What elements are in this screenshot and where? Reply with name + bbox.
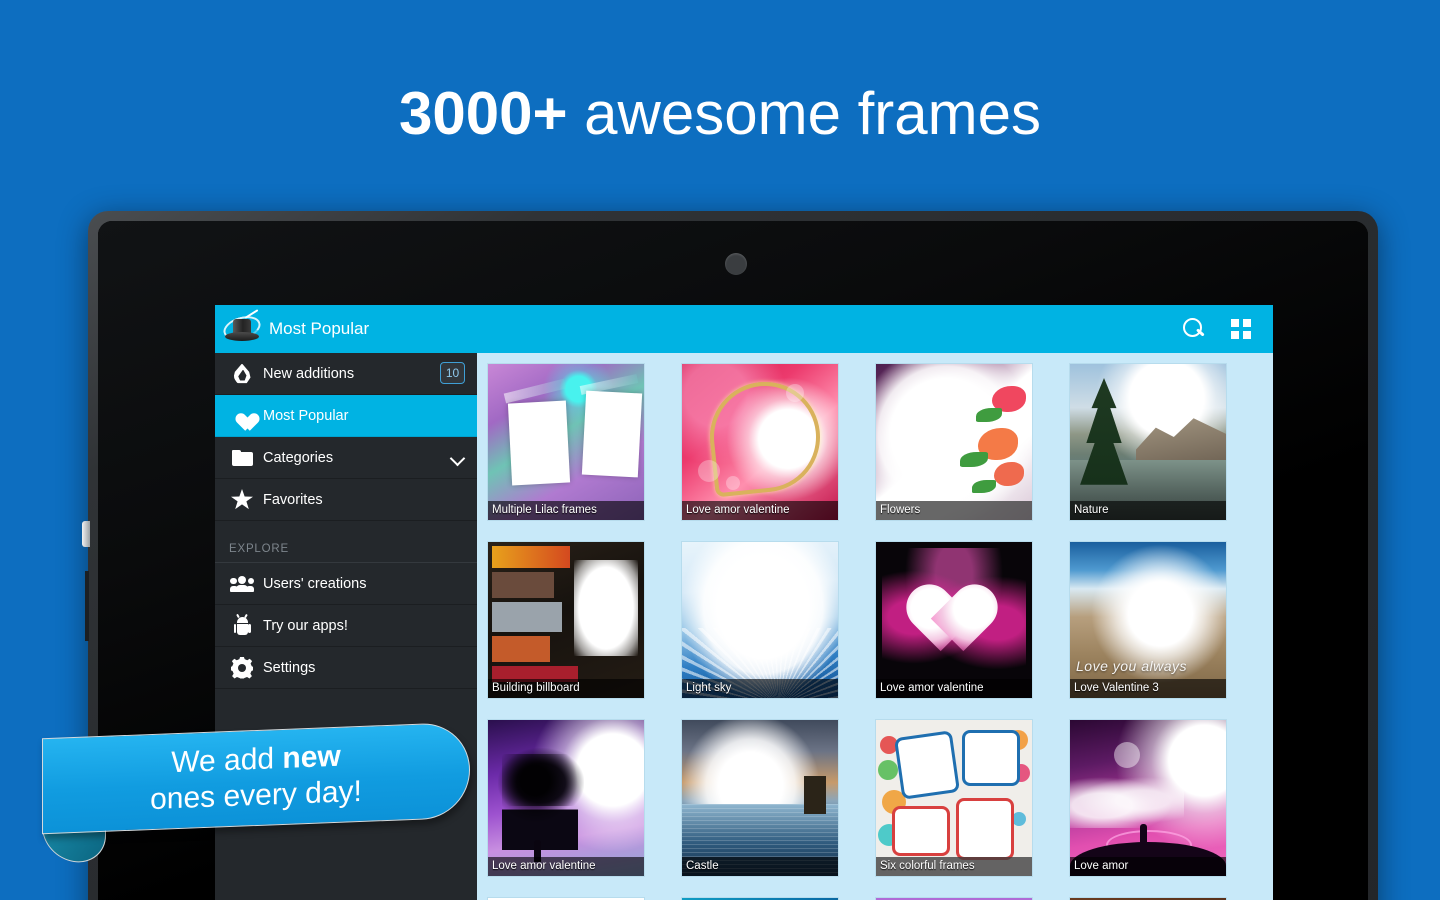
frame-thumbnail[interactable]: Multiple Lilac frames <box>487 363 645 521</box>
people-icon <box>227 575 257 592</box>
page-title: Most Popular <box>269 319 370 338</box>
folder-icon <box>227 449 257 466</box>
sidebar-item-label: New additions <box>263 365 355 382</box>
frame-overlay-text: Love you always <box>1076 658 1188 674</box>
new-additions-badge: 10 <box>440 362 465 384</box>
frame-label: Building billboard <box>488 679 644 698</box>
frame-artwork <box>488 720 644 876</box>
frame-label: Castle <box>682 857 838 876</box>
frame-label: Nature <box>1070 501 1226 520</box>
headline-text: awesome frames <box>567 80 1041 147</box>
frame-thumbnail[interactable]: Love you always Love Valentine 3 <box>1069 541 1227 699</box>
sidebar-item-label: Favorites <box>263 491 323 508</box>
android-icon <box>227 613 257 636</box>
sidebar-item-label: Most Popular <box>263 407 349 424</box>
frame-thumbnail[interactable]: Building billboard <box>487 541 645 699</box>
chevron-down-icon[interactable] <box>449 450 466 467</box>
sidebar-item-users-creations[interactable]: Users' creations <box>215 563 477 605</box>
frame-label: Six colorful frames <box>876 857 1032 876</box>
power-button[interactable] <box>82 521 90 547</box>
frame-thumbnail[interactable]: Love amor valentine <box>875 541 1033 699</box>
frame-artwork: Love you always <box>1070 542 1226 698</box>
sidebar-item-new-additions[interactable]: New additions 10 <box>215 353 477 395</box>
frame-artwork <box>682 542 838 698</box>
frame-thumbnail[interactable]: Love amor valentine <box>487 719 645 877</box>
frames-grid-panel[interactable]: Multiple Lilac frames Love amor valentin… <box>477 353 1273 900</box>
ribbon-line1-bold: new <box>282 739 341 775</box>
frame-label: Love amor valentine <box>876 679 1032 698</box>
search-icon[interactable] <box>1183 318 1205 340</box>
sidebar-item-try-our-apps[interactable]: Try our apps! <box>215 605 477 647</box>
app-bar-actions <box>1183 318 1251 340</box>
gear-icon <box>227 657 257 679</box>
sidebar-item-favorites[interactable]: Favorites <box>215 479 477 521</box>
device-seam <box>85 571 89 641</box>
sidebar-item-settings[interactable]: Settings <box>215 647 477 689</box>
frame-artwork <box>682 720 838 876</box>
ribbon-text: We add new ones every day! <box>42 722 470 834</box>
grid-view-icon[interactable] <box>1231 319 1251 339</box>
frame-thumbnail[interactable]: Castle <box>681 719 839 877</box>
flame-drop-icon <box>227 364 257 384</box>
frame-thumbnail[interactable]: Flowers <box>875 363 1033 521</box>
frame-label: Multiple Lilac frames <box>488 501 644 520</box>
frame-label: Love amor valentine <box>488 857 644 876</box>
frame-artwork <box>876 542 1032 698</box>
frame-thumbnail[interactable]: Love amor valentine <box>681 363 839 521</box>
frame-artwork <box>1070 364 1226 520</box>
app-bar: Most Popular <box>215 305 1273 353</box>
frame-artwork <box>682 364 838 520</box>
frame-label: Love amor <box>1070 857 1226 876</box>
promo-headline: 3000+ awesome frames <box>0 78 1440 150</box>
sidebar-item-label: Try our apps! <box>263 617 348 634</box>
ribbon-line1-prefix: We add <box>171 741 283 780</box>
frame-thumbnail[interactable]: Nature <box>1069 363 1227 521</box>
sidebar-item-most-popular[interactable]: Most Popular <box>215 395 477 437</box>
sidebar-item-categories[interactable]: Categories <box>215 437 477 479</box>
frame-label: Flowers <box>876 501 1032 520</box>
frame-artwork <box>1070 720 1226 876</box>
promo-ribbon: We add new ones every day! <box>40 721 480 872</box>
sidebar-item-label: Categories <box>263 449 334 466</box>
heart-icon <box>227 406 257 425</box>
frame-label: Light sky <box>682 679 838 698</box>
frame-thumbnail[interactable]: Light sky <box>681 541 839 699</box>
ribbon-line2: ones every day! <box>150 774 362 817</box>
frame-artwork <box>488 542 644 698</box>
headline-count: 3000+ <box>398 80 568 147</box>
front-camera-icon <box>725 253 747 275</box>
frame-label: Love amor valentine <box>682 501 838 520</box>
magic-hat-icon <box>220 309 264 346</box>
frame-thumbnail[interactable]: Six colorful frames <box>875 719 1033 877</box>
frame-label: Love Valentine 3 <box>1070 679 1226 698</box>
frame-artwork <box>876 364 1032 520</box>
frame-artwork <box>876 720 1032 876</box>
sidebar-item-label: Settings <box>263 659 316 676</box>
sidebar-section-explore: EXPLORE <box>215 521 477 563</box>
frame-artwork <box>488 364 644 520</box>
sidebar-item-label: Users' creations <box>263 575 367 592</box>
frames-grid: Multiple Lilac frames Love amor valentin… <box>487 363 1267 900</box>
frame-thumbnail[interactable]: Love amor <box>1069 719 1227 877</box>
star-icon <box>227 489 257 510</box>
